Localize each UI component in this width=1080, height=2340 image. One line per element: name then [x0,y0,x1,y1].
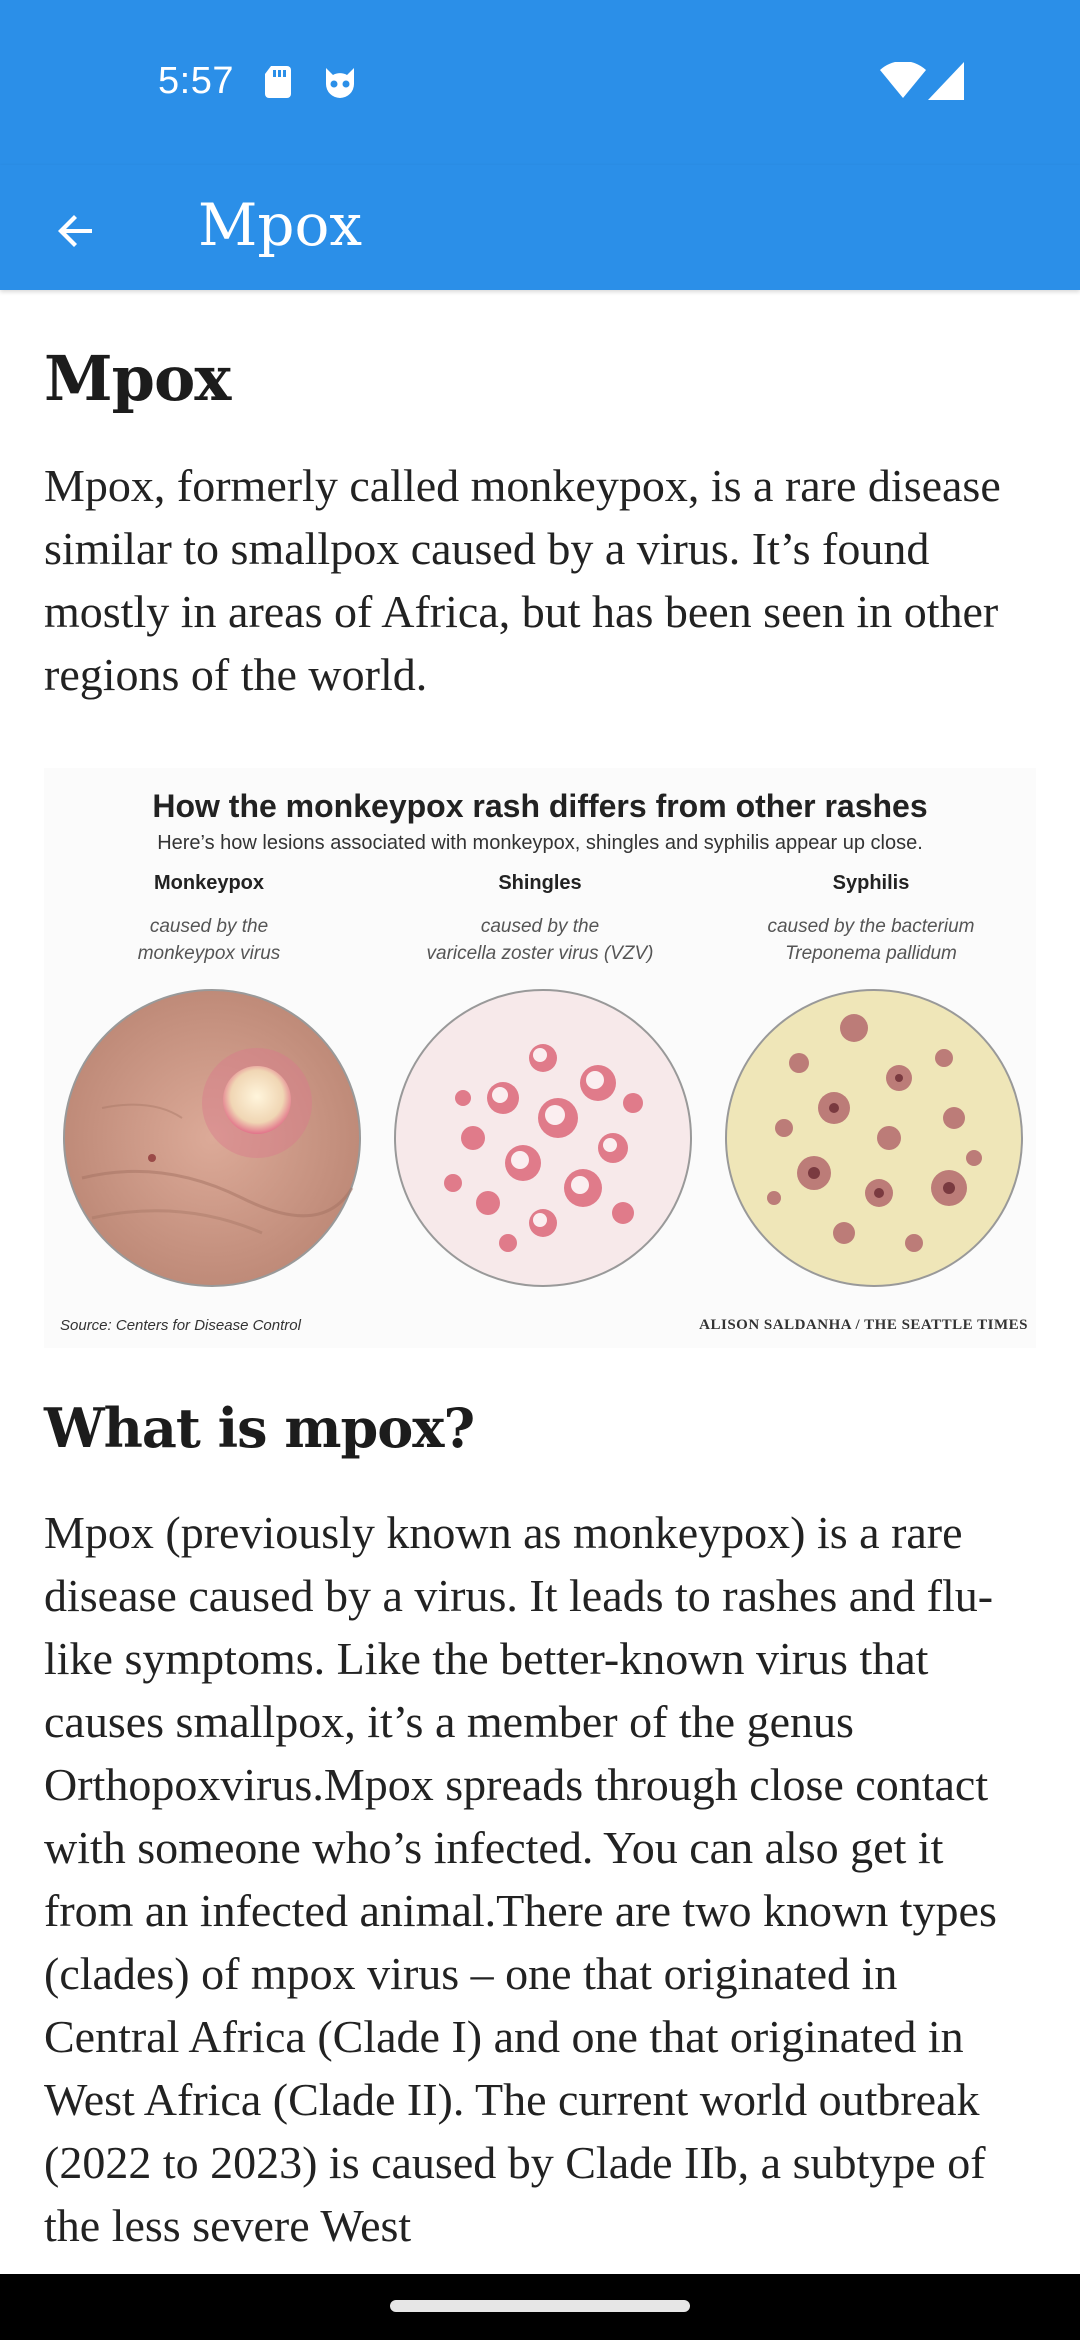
cause-line: caused by the bacterium [767,916,975,937]
column-cause: caused by the varicella zoster virus (VZ… [375,913,705,967]
back-button[interactable] [30,185,122,277]
signal-icon [928,62,964,100]
arrow-back-icon [58,215,92,247]
cause-line: varicella zoster virus (VZV) [426,943,654,964]
monkeypox-lesion-image [62,988,362,1288]
app-bar: Mpox [0,165,1080,290]
column-syphilis: Syphilis caused by the bacterium Trepone… [706,872,1036,967]
syphilis-lesion-image [724,988,1024,1288]
column-name: Shingles [498,872,582,894]
cat-icon [326,68,354,98]
infographic-title: How the monkeypox rash differs from othe… [152,788,928,824]
cause-line: caused by the [149,916,269,937]
status-time: 5:57 [158,60,234,102]
section-paragraph: Mpox (previously known as monkeypox) is … [44,1506,997,2251]
column-name: Syphilis [832,872,910,894]
column-shingles: Shingles caused by the varicella zoster … [375,872,705,967]
shingles-lesion-image [393,988,693,1288]
infographic-source: Source: Centers for Disease Control [60,1317,301,1334]
section-content: What is mpox? Mpox (previously known as … [44,1348,1036,2257]
column-cause: caused by the monkeypox virus [44,913,374,967]
cause-line: caused by the [480,916,600,937]
rash-comparison-infographic: How the monkeypox rash differs from othe… [44,768,1036,1348]
column-monkeypox: Monkeypox caused by the monkeypox virus [44,872,374,967]
navigation-bar [0,2274,1080,2340]
status-bar: 5:57 [0,0,1080,165]
column-cause: caused by the bacterium Treponema pallid… [706,913,1036,967]
infographic-credit: ALISON SALDANHA / THE SEATTLE TIMES [699,1317,1028,1333]
wifi-icon [880,62,926,98]
cause-line: Treponema pallidum [785,943,957,964]
section-heading: What is mpox? [44,1396,475,1460]
page-title: Mpox [44,342,231,415]
intro-paragraph: Mpox, formerly called monkeypox, is a ra… [44,460,1001,701]
sd-card-icon [265,66,291,98]
infographic-subtitle: Here’s how lesions associated with monke… [157,832,923,854]
home-handle[interactable] [390,2300,690,2312]
column-name: Monkeypox [153,872,265,894]
cause-line: monkeypox virus [137,943,281,964]
article-content: Mpox Mpox, formerly called monkeypox, is… [44,290,1036,706]
app-title: Mpox [198,191,363,259]
